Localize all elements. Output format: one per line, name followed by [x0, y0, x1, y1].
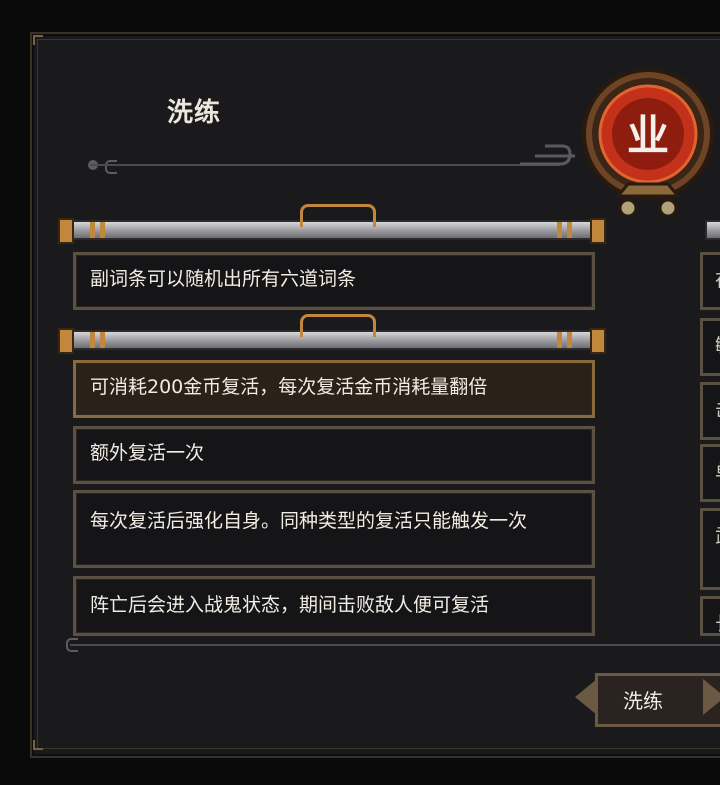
badge-glyph: 业	[627, 111, 669, 160]
panel-title: 洗练	[167, 98, 222, 128]
option-text: 每次复活后强化自身。同种类型的复活只能触发一次	[90, 510, 528, 532]
corner-ornament-tl	[33, 35, 43, 45]
badge-emblem-icon: 业	[582, 68, 714, 218]
option-card[interactable]: 阵亡后会进入战鬼状态，期间击败敌人便可复活	[73, 576, 595, 636]
option-card[interactable]: 可消耗200金币复活，每次复活金币消耗量翻倍	[73, 360, 595, 418]
top-entry-card: 副词条可以随机出所有六道词条	[73, 252, 595, 310]
skill-badge: 业	[573, 66, 720, 218]
option-card[interactable]: 额外复活一次	[73, 426, 595, 484]
side-option-card[interactable]: 武	[700, 508, 720, 590]
side-option-card[interactable]: 单	[700, 444, 720, 502]
option-text: 阵亡后会进入战鬼状态，期间击败敌人便可复活	[90, 594, 490, 616]
side-option-card[interactable]: 在	[700, 252, 720, 310]
side-option-card[interactable]: 敏	[700, 318, 720, 376]
option-card[interactable]: 每次复活后强化自身。同种类型的复活只能触发一次	[73, 490, 595, 568]
bottom-divider-hook	[66, 638, 78, 652]
scroll-handle-top	[300, 204, 376, 227]
side-option-card[interactable]: 长	[700, 596, 720, 636]
arrow-right-icon	[703, 679, 720, 715]
scroll-handle-options	[300, 314, 376, 337]
side-option-card[interactable]: 击	[700, 382, 720, 440]
top-entry-text: 副词条可以随机出所有六道词条	[90, 268, 357, 290]
corner-ornament-bl	[33, 740, 43, 750]
reroll-button[interactable]: 洗练	[575, 665, 720, 729]
bottom-divider	[70, 644, 720, 646]
title-divider-hook	[105, 160, 117, 174]
reroll-button-label: 洗练	[623, 689, 663, 713]
option-text: 额外复活一次	[90, 442, 205, 464]
title-divider	[90, 164, 560, 166]
arrow-left-icon	[575, 679, 597, 715]
option-text: 可消耗200金币复活，每次复活金币消耗量翻倍	[90, 376, 488, 398]
scroll-rod-right	[705, 220, 720, 240]
